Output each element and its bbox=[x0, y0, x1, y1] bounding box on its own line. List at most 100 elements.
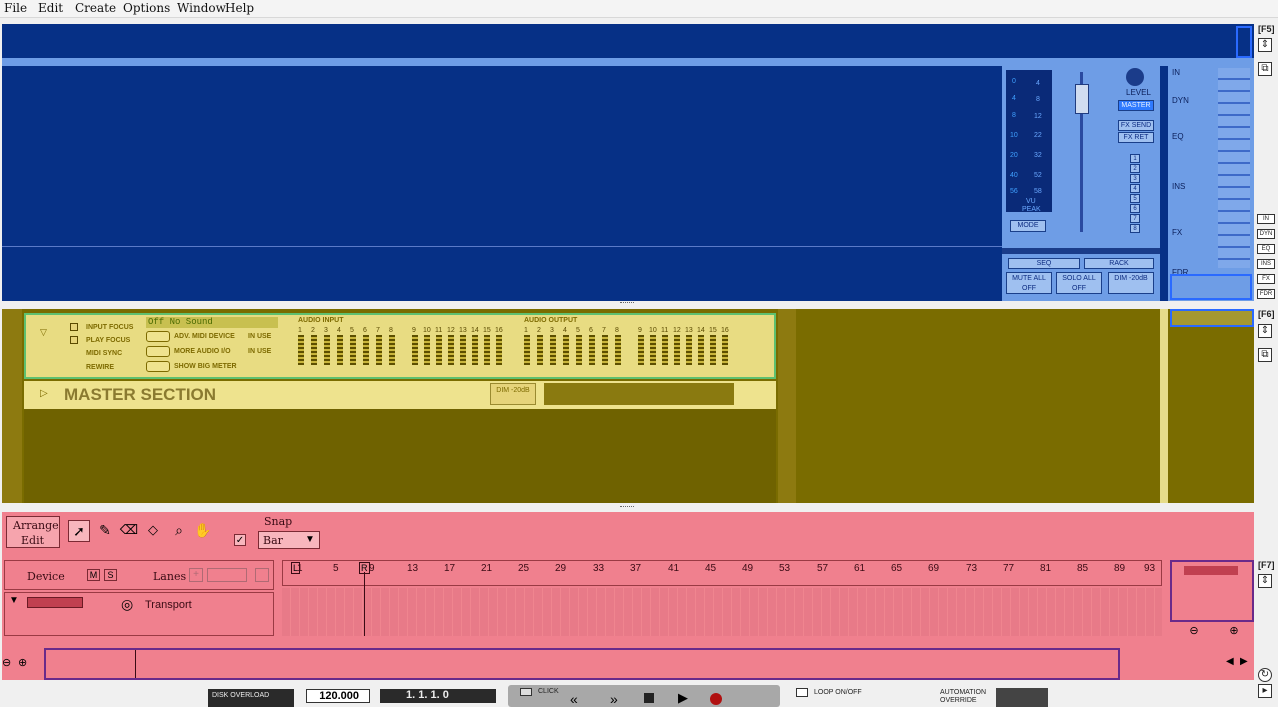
menu-edit[interactable]: Edit bbox=[38, 1, 63, 15]
detach-window-icon[interactable]: ⧉ bbox=[1258, 348, 1272, 362]
fx-number[interactable]: 3 bbox=[1130, 174, 1140, 183]
track-lane-area[interactable] bbox=[282, 588, 1162, 636]
fast-forward-icon[interactable]: » bbox=[610, 691, 618, 707]
play-icon[interactable]: ▶ bbox=[678, 690, 688, 706]
strip-separator bbox=[1002, 248, 1160, 254]
sequencer-navigator[interactable] bbox=[1170, 560, 1254, 622]
input-focus-led[interactable] bbox=[70, 323, 78, 331]
hand-tool-icon[interactable]: ✋ bbox=[192, 520, 214, 542]
f7-label: [F7] bbox=[1258, 560, 1275, 570]
nav-section-eq[interactable]: EQ bbox=[1172, 132, 1184, 141]
track-expand-icon[interactable]: ▼ bbox=[9, 595, 19, 606]
resize-handle-icon[interactable]: ⇕ bbox=[1258, 324, 1272, 338]
master-meter bbox=[544, 383, 734, 405]
fx-number[interactable]: 5 bbox=[1130, 194, 1140, 203]
show-big-meter-button[interactable] bbox=[146, 361, 170, 372]
zoom-out-icon[interactable]: ⊖ bbox=[2, 648, 16, 678]
scroll-right-icon[interactable]: ▶ bbox=[1240, 656, 1248, 667]
razor-tool-icon[interactable]: ◇ bbox=[142, 520, 164, 542]
channel-meter bbox=[496, 335, 502, 365]
zoom-in-icon[interactable]: ⊕ bbox=[1222, 624, 1246, 638]
fx-ret-button[interactable]: FX RET bbox=[1118, 132, 1154, 143]
fx-send-button[interactable]: FX SEND bbox=[1118, 120, 1154, 131]
navigator-viewport[interactable] bbox=[1170, 274, 1252, 300]
channel-meter bbox=[350, 335, 356, 365]
magnify-tool-icon[interactable]: ⌕ bbox=[168, 520, 190, 542]
solo-header-button[interactable]: S bbox=[104, 569, 117, 581]
mute-all-off-button[interactable]: MUTE ALL OFF bbox=[1006, 272, 1052, 294]
menu-options[interactable]: Options bbox=[123, 1, 170, 15]
click-toggle[interactable] bbox=[520, 688, 532, 696]
zoom-in-icon[interactable]: ⊕ bbox=[18, 648, 32, 678]
pencil-tool-icon[interactable]: ✎ bbox=[94, 520, 116, 542]
rack-scrollbar[interactable] bbox=[1160, 309, 1168, 503]
adv-midi-button[interactable] bbox=[146, 331, 170, 342]
refresh-icon[interactable]: ↻ bbox=[1258, 668, 1272, 682]
scroll-thumb[interactable] bbox=[1236, 26, 1252, 58]
detach-window-icon[interactable]: ⧉ bbox=[1258, 62, 1272, 76]
rack-button[interactable]: RACK bbox=[1084, 258, 1154, 269]
menu-create[interactable]: Create bbox=[75, 1, 116, 15]
nav-section-ins[interactable]: INS bbox=[1172, 182, 1185, 191]
mute-header-button[interactable]: M bbox=[87, 569, 100, 581]
solo-all-off-button[interactable]: SOLO ALL OFF bbox=[1056, 272, 1102, 294]
menu-help[interactable]: Help bbox=[225, 1, 254, 15]
fx-number[interactable]: 8 bbox=[1130, 224, 1140, 233]
strip-btn-dyn[interactable]: DYN bbox=[1257, 229, 1275, 239]
level-knob[interactable] bbox=[1126, 68, 1144, 86]
more-audio-button[interactable] bbox=[146, 346, 170, 357]
splitter-handle[interactable] bbox=[620, 302, 634, 305]
snap-select[interactable]: Bar ▼ bbox=[258, 531, 320, 549]
fx-number[interactable]: 4 bbox=[1130, 184, 1140, 193]
zoom-out-icon[interactable]: ⊖ bbox=[1182, 624, 1206, 638]
eraser-tool-icon[interactable]: ⌫ bbox=[118, 520, 140, 542]
stop-icon[interactable] bbox=[644, 693, 654, 703]
seq-button[interactable]: SEQ bbox=[1008, 258, 1080, 269]
strip-btn-in[interactable]: IN bbox=[1257, 214, 1275, 224]
master-button[interactable]: MASTER bbox=[1118, 100, 1154, 111]
arrange-edit-toggle[interactable]: Arrange Edit bbox=[6, 516, 60, 548]
delete-lane-icon[interactable] bbox=[255, 568, 269, 582]
loop-toggle[interactable] bbox=[796, 688, 808, 697]
resize-handle-icon[interactable]: ⇕ bbox=[1258, 574, 1272, 588]
lane-type-select[interactable] bbox=[207, 568, 247, 582]
menu-window[interactable]: Window bbox=[177, 1, 226, 15]
track-row-transport[interactable]: ▼ ◎ Transport bbox=[4, 592, 274, 636]
timeline-ruler[interactable]: L R 1 5 9 13 17 21 25 29 33 37 41 45 49 … bbox=[282, 560, 1162, 586]
fold-triangle-icon[interactable]: ▽ bbox=[40, 327, 47, 338]
overview-viewport[interactable] bbox=[46, 650, 136, 678]
nav-section-fx[interactable]: FX bbox=[1172, 228, 1182, 237]
meter-mode-button[interactable]: MODE bbox=[1010, 220, 1046, 232]
expand-triangle-icon[interactable]: ▷ bbox=[40, 388, 48, 399]
record-icon[interactable] bbox=[710, 693, 722, 705]
play-small-icon[interactable]: ▸ bbox=[1258, 684, 1272, 698]
channel-meter bbox=[686, 335, 692, 365]
select-tool-icon[interactable]: ➚ bbox=[68, 520, 90, 542]
song-position-field[interactable]: 1. 1. 1. 0 bbox=[380, 689, 496, 703]
song-overview-scrollbar[interactable] bbox=[44, 648, 1120, 680]
scroll-left-icon[interactable]: ◀ bbox=[1226, 656, 1234, 667]
resize-handle-icon[interactable]: ⇕ bbox=[1258, 38, 1272, 52]
rewind-icon[interactable]: « bbox=[570, 691, 578, 707]
master-fader[interactable] bbox=[1075, 84, 1089, 114]
strip-btn-ins[interactable]: INS bbox=[1257, 259, 1275, 269]
strip-btn-fx[interactable]: FX bbox=[1257, 274, 1275, 284]
strip-btn-eq[interactable]: EQ bbox=[1257, 244, 1275, 254]
strip-btn-fdr[interactable]: FDR bbox=[1257, 289, 1275, 299]
fx-number[interactable]: 1 bbox=[1130, 154, 1140, 163]
song-position-marker[interactable] bbox=[364, 572, 365, 636]
menu-file[interactable]: File bbox=[4, 1, 27, 15]
dim-button[interactable]: DIM -20dB bbox=[1108, 272, 1154, 294]
rack-navigator-viewport[interactable] bbox=[1170, 309, 1254, 327]
splitter-handle[interactable] bbox=[620, 506, 634, 509]
play-focus-led[interactable] bbox=[70, 336, 78, 344]
fx-number[interactable]: 7 bbox=[1130, 214, 1140, 223]
add-lane-icon[interactable]: + bbox=[189, 568, 203, 582]
snap-checkbox[interactable]: ✓ bbox=[234, 534, 246, 546]
fx-number[interactable]: 6 bbox=[1130, 204, 1140, 213]
nav-section-dyn[interactable]: DYN bbox=[1172, 96, 1189, 105]
fx-number[interactable]: 2 bbox=[1130, 164, 1140, 173]
nav-section-in[interactable]: IN bbox=[1172, 68, 1180, 77]
tempo-field[interactable]: 120.000 bbox=[306, 689, 370, 703]
master-dim-button[interactable]: DIM -20dB bbox=[490, 383, 536, 405]
